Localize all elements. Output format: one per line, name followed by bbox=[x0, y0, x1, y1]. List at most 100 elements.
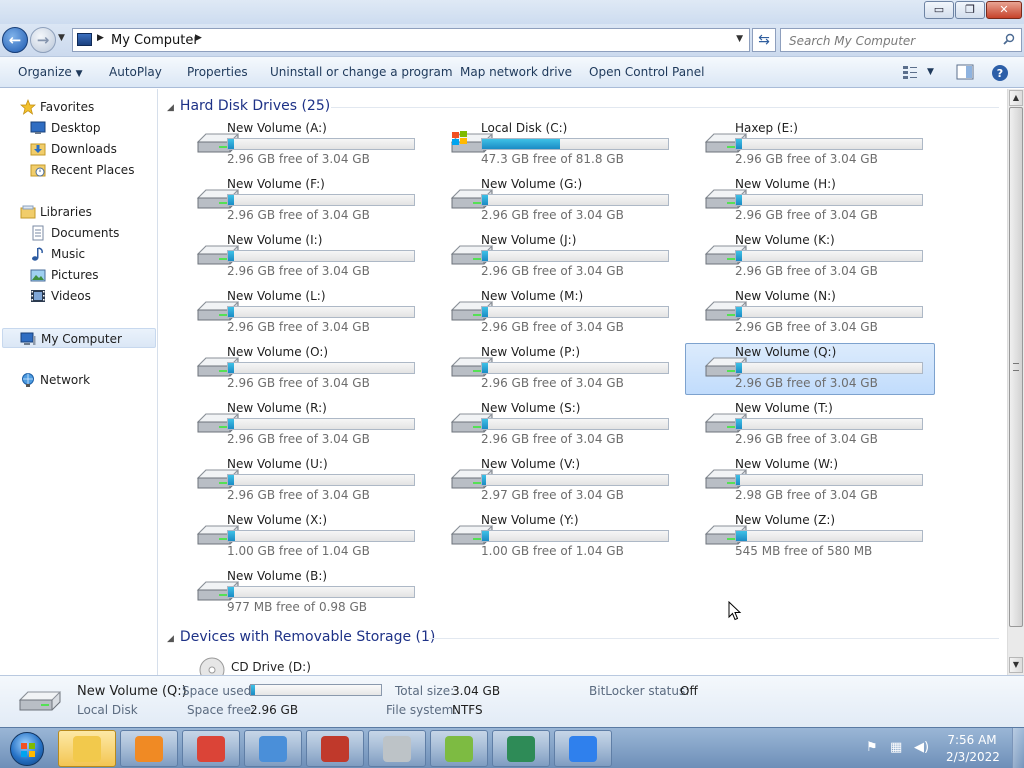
drive-tile[interactable]: New Volume (F:) 2.96 GB free of 3.04 GB bbox=[177, 175, 427, 227]
taskbar-app-button[interactable] bbox=[120, 730, 178, 767]
breadcrumb-chevron-icon[interactable]: ▶ bbox=[97, 33, 104, 43]
help-icon[interactable]: ? bbox=[991, 64, 1009, 82]
drive-tile[interactable]: New Volume (J:) 2.96 GB free of 3.04 GB bbox=[431, 231, 681, 283]
drive-tile[interactable]: New Volume (Z:) 545 MB free of 580 MB bbox=[685, 511, 935, 563]
file-system-label: File system: bbox=[386, 703, 458, 717]
sidebar-item-my-computer[interactable]: My Computer bbox=[2, 328, 156, 348]
forward-button[interactable]: → bbox=[30, 27, 56, 53]
taskbar-app-button[interactable] bbox=[492, 730, 550, 767]
sidebar-item-documents[interactable]: Documents bbox=[30, 223, 150, 243]
drive-tile[interactable]: New Volume (W:) 2.98 GB free of 3.04 GB bbox=[685, 455, 935, 507]
details-drive-name: New Volume (Q:) bbox=[77, 684, 187, 699]
view-options-icon[interactable] bbox=[902, 64, 918, 80]
search-box[interactable]: Search My Computer bbox=[780, 28, 1022, 52]
drive-tile[interactable]: New Volume (R:) 2.96 GB free of 3.04 GB bbox=[177, 399, 427, 451]
organize-button[interactable]: Organize ▼ bbox=[18, 65, 83, 79]
drive-tile[interactable]: New Volume (N:) 2.96 GB free of 3.04 GB bbox=[685, 287, 935, 339]
drive-free-space: 1.00 GB free of 1.04 GB bbox=[227, 544, 370, 558]
drive-tile[interactable]: New Volume (O:) 2.96 GB free of 3.04 GB bbox=[177, 343, 427, 395]
drive-tile[interactable]: New Volume (S:) 2.96 GB free of 3.04 GB bbox=[431, 399, 681, 451]
taskbar-app-button[interactable] bbox=[244, 730, 302, 767]
maximize-button[interactable]: ❐ bbox=[955, 1, 985, 19]
sidebar-item-recent-places[interactable]: Recent Places bbox=[30, 160, 150, 180]
network-status-icon[interactable]: ▦ bbox=[890, 740, 902, 755]
drive-tile[interactable]: New Volume (B:) 977 MB free of 0.98 GB bbox=[177, 567, 427, 619]
recent-pages-dropdown[interactable]: ▼ bbox=[58, 33, 65, 43]
drive-tile[interactable]: New Volume (Y:) 1.00 GB free of 1.04 GB bbox=[431, 511, 681, 563]
search-input[interactable]: Search My Computer bbox=[789, 34, 915, 48]
drive-name: New Volume (A:) bbox=[227, 121, 327, 135]
clock-time[interactable]: 7:56 AM bbox=[946, 733, 998, 747]
map-network-drive-button[interactable]: Map network drive bbox=[460, 65, 572, 79]
vertical-scrollbar[interactable]: ▲ ▼ bbox=[1007, 89, 1024, 675]
drive-usage-bar bbox=[227, 194, 415, 206]
drive-usage-bar bbox=[735, 474, 923, 486]
taskbar-app-button[interactable] bbox=[368, 730, 426, 767]
space-free-label: Space free: bbox=[187, 703, 256, 717]
drive-tile[interactable]: New Volume (M:) 2.96 GB free of 3.04 GB bbox=[431, 287, 681, 339]
drive-tile[interactable]: Haxep (E:) 2.96 GB free of 3.04 GB bbox=[685, 119, 935, 171]
drive-tile[interactable]: New Volume (K:) 2.96 GB free of 3.04 GB bbox=[685, 231, 935, 283]
breadcrumb-chevron-icon[interactable]: ▶ bbox=[195, 33, 202, 43]
search-icon[interactable] bbox=[1003, 33, 1015, 45]
space-free-value: 2.96 GB bbox=[250, 703, 299, 717]
start-button[interactable] bbox=[2, 729, 54, 768]
drive-tile[interactable]: New Volume (Q:) 2.96 GB free of 3.04 GB bbox=[685, 343, 935, 395]
drive-usage-fill bbox=[228, 587, 234, 597]
volume-icon[interactable]: ◀) bbox=[914, 740, 929, 755]
action-center-icon[interactable]: ⚑ bbox=[866, 740, 878, 755]
minimize-button[interactable]: ▭ bbox=[924, 1, 954, 19]
star-icon bbox=[20, 99, 36, 115]
taskbar-app-button[interactable] bbox=[554, 730, 612, 767]
removable-drive-tile[interactable]: CD Drive (D:) bbox=[181, 655, 431, 675]
preview-pane-icon[interactable] bbox=[956, 64, 974, 80]
sidebar-item-libraries[interactable]: Libraries bbox=[20, 202, 150, 222]
group-header-hard-disks[interactable]: ◢ Hard Disk Drives (25) bbox=[167, 98, 330, 114]
address-bar[interactable]: ▶ My Computer ▶ ▼ bbox=[72, 28, 750, 52]
taskbar-app-button[interactable] bbox=[430, 730, 488, 767]
sidebar-item-music[interactable]: Music bbox=[30, 244, 150, 264]
sidebar-item-desktop[interactable]: Desktop bbox=[30, 118, 150, 138]
sidebar-item-favorites[interactable]: Favorites bbox=[20, 97, 150, 117]
drive-tile[interactable]: New Volume (A:) 2.96 GB free of 3.04 GB bbox=[177, 119, 427, 171]
scroll-up-arrow[interactable]: ▲ bbox=[1009, 90, 1023, 106]
sidebar-item-pictures[interactable]: Pictures bbox=[30, 265, 150, 285]
breadcrumb-my-computer[interactable]: My Computer bbox=[111, 33, 199, 48]
scroll-thumb[interactable] bbox=[1009, 107, 1023, 627]
taskbar-app-button[interactable] bbox=[58, 730, 116, 767]
properties-button[interactable]: Properties bbox=[187, 65, 248, 79]
clock-date[interactable]: 2/3/2022 bbox=[946, 750, 1000, 764]
drive-tile[interactable]: New Volume (P:) 2.96 GB free of 3.04 GB bbox=[431, 343, 681, 395]
drive-tile[interactable]: New Volume (L:) 2.96 GB free of 3.04 GB bbox=[177, 287, 427, 339]
refresh-button[interactable]: ⇆ bbox=[752, 28, 776, 52]
drive-tile[interactable]: New Volume (U:) 2.96 GB free of 3.04 GB bbox=[177, 455, 427, 507]
view-dropdown-icon[interactable]: ▼ bbox=[927, 67, 934, 77]
scroll-down-arrow[interactable]: ▼ bbox=[1009, 657, 1023, 673]
drive-tile[interactable]: New Volume (T:) 2.96 GB free of 3.04 GB bbox=[685, 399, 935, 451]
bitlocker-label: BitLocker status: bbox=[589, 684, 690, 698]
group-header-removable[interactable]: ◢ Devices with Removable Storage (1) bbox=[167, 629, 435, 645]
drive-free-space: 545 MB free of 580 MB bbox=[735, 544, 873, 558]
taskbar-app-button[interactable] bbox=[182, 730, 240, 767]
back-button[interactable]: ← bbox=[2, 27, 28, 53]
taskbar-app-button[interactable] bbox=[306, 730, 364, 767]
drive-tile[interactable]: New Volume (G:) 2.96 GB free of 3.04 GB bbox=[431, 175, 681, 227]
sidebar-item-videos[interactable]: Videos bbox=[30, 286, 150, 306]
drive-name: New Volume (R:) bbox=[227, 401, 327, 415]
drive-tile[interactable]: New Volume (V:) 2.97 GB free of 3.04 GB bbox=[431, 455, 681, 507]
autoplay-button[interactable]: AutoPlay bbox=[109, 65, 162, 79]
drive-usage-bar bbox=[227, 362, 415, 374]
drive-tile[interactable]: Local Disk (C:) 47.3 GB free of 81.8 GB bbox=[431, 119, 681, 171]
drive-tile[interactable]: New Volume (X:) 1.00 GB free of 1.04 GB bbox=[177, 511, 427, 563]
drive-usage-fill bbox=[482, 419, 488, 429]
open-control-panel-button[interactable]: Open Control Panel bbox=[589, 65, 704, 79]
show-desktop-button[interactable] bbox=[1012, 728, 1024, 768]
uninstall-program-button[interactable]: Uninstall or change a program bbox=[270, 65, 453, 79]
drive-tile[interactable]: New Volume (H:) 2.96 GB free of 3.04 GB bbox=[685, 175, 935, 227]
group-divider bbox=[331, 107, 999, 108]
close-button[interactable]: ✕ bbox=[986, 1, 1022, 19]
sidebar-item-downloads[interactable]: Downloads bbox=[30, 139, 150, 159]
address-dropdown-icon[interactable]: ▼ bbox=[736, 34, 743, 44]
sidebar-item-network[interactable]: Network bbox=[20, 370, 150, 390]
drive-tile[interactable]: New Volume (I:) 2.96 GB free of 3.04 GB bbox=[177, 231, 427, 283]
